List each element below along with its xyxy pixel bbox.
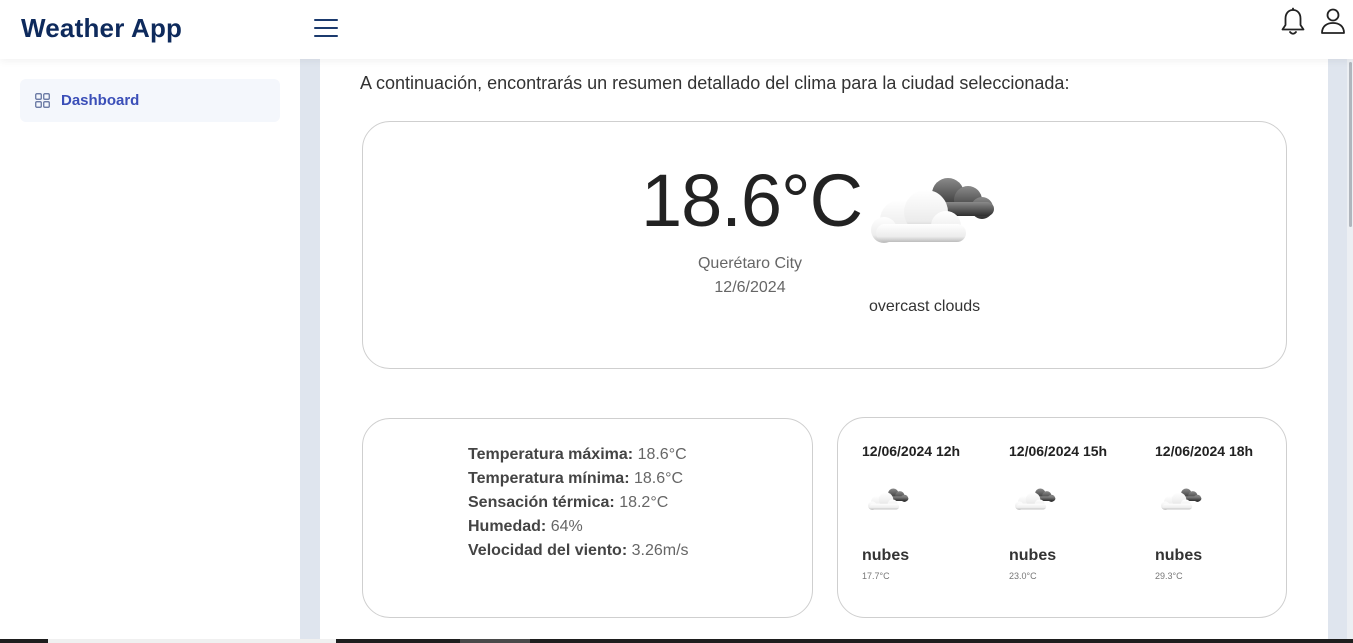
forecast-card: 12/06/2024 12h nubes 17.7°C 12/06/2024 1…	[837, 417, 1287, 618]
forecast-temperature: 23.0°C	[1009, 571, 1037, 581]
sidebar-item-dashboard[interactable]: Dashboard	[20, 79, 280, 122]
forecast-item: 12/06/2024 15h nubes 23.0°C	[1009, 443, 1149, 581]
bottom-strip-segment	[48, 639, 336, 643]
bottom-strip	[0, 639, 1353, 643]
forecast-time: 12/06/2024 12h	[862, 443, 961, 459]
detail-value: 18.2°C	[619, 494, 669, 511]
details-card: Temperatura máxima: 18.6°C Temperatura m…	[362, 418, 813, 618]
detail-label: Velocidad del viento:	[468, 542, 628, 559]
forecast-item: 12/06/2024 18h nubes 29.3°C	[1155, 443, 1295, 581]
forecast-time: 12/06/2024 18h	[1155, 443, 1254, 459]
hamburger-menu-icon[interactable]	[314, 19, 338, 38]
current-temperature: 18.6°C	[641, 159, 863, 242]
overcast-clouds-icon	[871, 178, 994, 243]
app-header: Weather App	[0, 0, 1353, 59]
detail-value: 3.26m/s	[631, 542, 689, 559]
forecast-time: 12/06/2024 15h	[1009, 443, 1108, 459]
detail-value: 18.6°C	[633, 470, 684, 487]
detail-value: 18.6°C	[637, 446, 687, 463]
bottom-strip-segment	[460, 639, 530, 643]
current-date: 12/6/2024	[714, 279, 786, 296]
forecast-description: nubes	[862, 547, 910, 564]
user-icon[interactable]	[1319, 7, 1347, 35]
intro-text: A continuación, encontrarás un resumen d…	[360, 73, 1070, 93]
sidebar: Dashboard	[0, 59, 300, 640]
city-name: Querétaro City	[697, 255, 803, 272]
bell-icon[interactable]	[1279, 7, 1307, 37]
detail-row: Velocidad del viento: 3.26m/s	[468, 539, 689, 563]
forecast-temperature: 29.3°C	[1155, 571, 1183, 581]
menu-line	[314, 19, 338, 21]
overcast-clouds-icon	[867, 488, 909, 510]
sidebar-item-label: Dashboard	[61, 92, 140, 109]
forecast-description: nubes	[1155, 547, 1203, 564]
app-title: Weather App	[21, 13, 183, 43]
menu-line	[314, 27, 338, 29]
main-content: A continuación, encontrarás un resumen d…	[320, 59, 1328, 640]
menu-line	[314, 35, 338, 37]
scrollbar-thumb[interactable]	[1349, 62, 1352, 227]
grid-icon	[35, 93, 50, 108]
detail-row: Temperatura máxima: 18.6°C	[468, 443, 689, 467]
detail-label: Humedad:	[468, 518, 547, 535]
detail-row: Humedad: 64%	[468, 515, 689, 539]
detail-row: Temperatura mínima: 18.6°C	[468, 467, 689, 491]
detail-label: Temperatura mínima:	[468, 470, 630, 487]
detail-value: 64%	[550, 518, 583, 535]
current-weather-card: 18.6°C Querétaro City 12/6/2024 overcast…	[362, 121, 1287, 369]
details-list: Temperatura máxima: 18.6°C Temperatura m…	[468, 443, 689, 563]
forecast-item: 12/06/2024 12h nubes 17.7°C	[862, 443, 1002, 581]
detail-label: Sensación térmica:	[468, 494, 615, 511]
detail-row: Sensación térmica: 18.2°C	[468, 491, 689, 515]
overcast-clouds-icon	[1160, 488, 1202, 510]
forecast-description: nubes	[1009, 547, 1057, 564]
forecast-temperature: 17.7°C	[862, 571, 890, 581]
overcast-clouds-icon	[1014, 488, 1056, 510]
weather-description: overcast clouds	[869, 298, 981, 315]
detail-label: Temperatura máxima:	[468, 446, 634, 463]
